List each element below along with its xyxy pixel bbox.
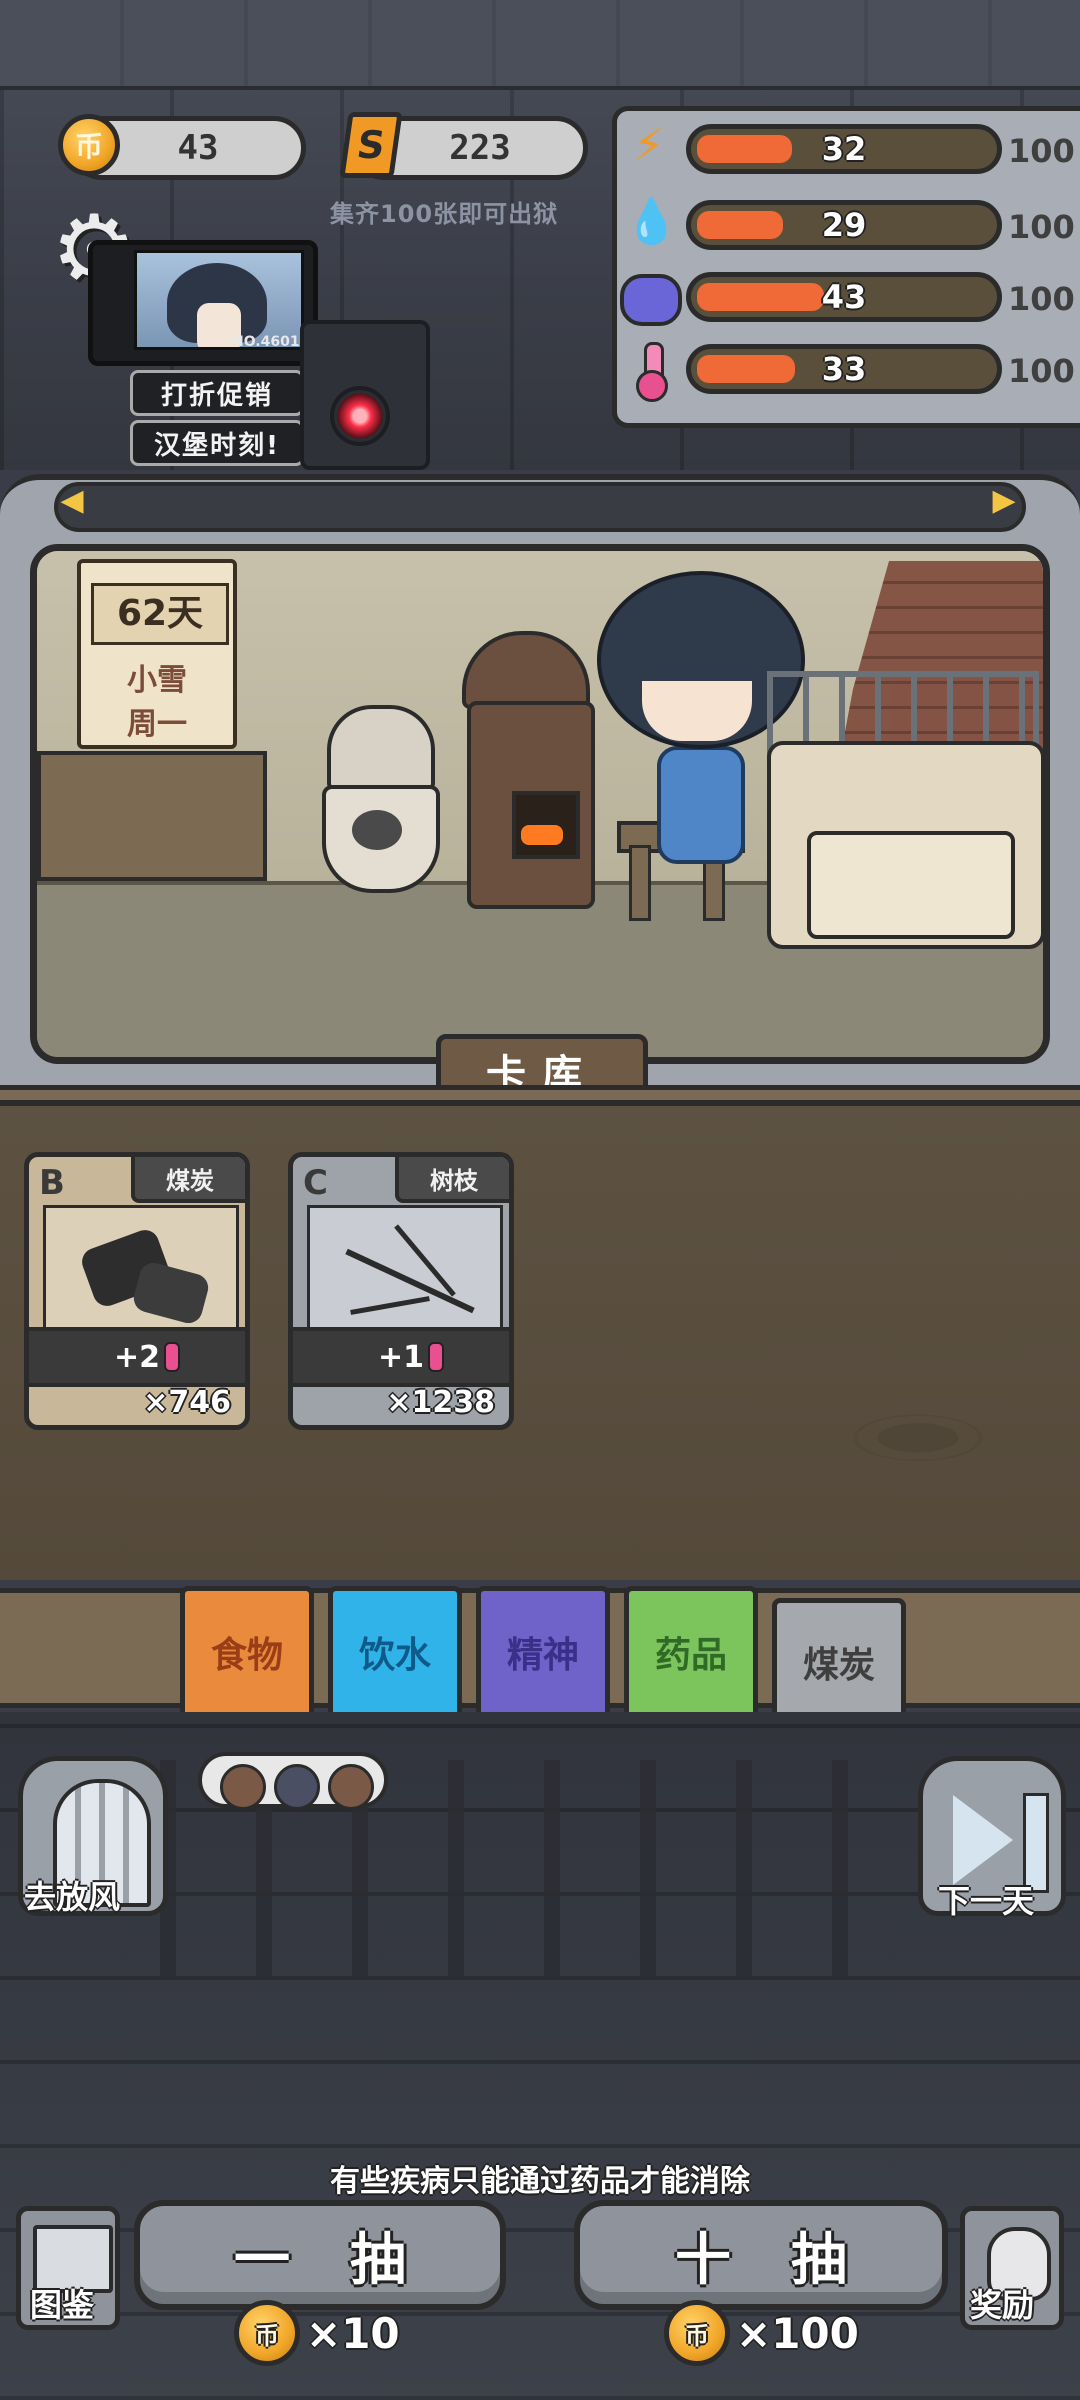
water-value: 29 xyxy=(821,206,867,244)
coal-stove xyxy=(462,631,595,921)
thermometer-icon xyxy=(428,1342,444,1372)
water-max: 100 xyxy=(1008,208,1075,246)
brain-icon xyxy=(620,268,682,326)
discount-promo-label: 打折促销 xyxy=(160,380,273,411)
shard-icon-label: S xyxy=(354,123,388,167)
visitor-head-icon xyxy=(328,1764,374,1810)
coin-icon-label: 币 xyxy=(255,2321,279,2350)
wall-calendar: 62天 小雪 周一 xyxy=(77,559,237,749)
card-effect: +1 xyxy=(293,1327,509,1387)
prison-bed xyxy=(767,671,1043,949)
scroll-left-arrow-icon[interactable]: ◀ xyxy=(60,484,84,518)
lightning-icon: ⚡ xyxy=(633,120,665,171)
ten-draw-cost-value: ×100 xyxy=(736,2308,859,2358)
collect-hint-text: 集齐100张即可出狱 xyxy=(330,200,559,228)
scroll-right-arrow-icon[interactable]: ▶ xyxy=(992,484,1016,518)
energy-bar: 32 xyxy=(686,124,1002,174)
mind-max: 100 xyxy=(1008,280,1075,318)
card-branch[interactable]: C 树枝 +1 ×1238 xyxy=(288,1152,514,1430)
shard-value: 223 xyxy=(449,128,511,168)
ten-draw-label: 十抽 xyxy=(675,2227,907,2293)
prisoner-id-label: NO.4601 xyxy=(232,334,300,350)
tab-medicine-label: 药品 xyxy=(654,1634,727,1676)
tab-coal[interactable]: 煤炭 xyxy=(772,1598,906,1726)
card-grade: B xyxy=(39,1163,65,1203)
card-effect: +2 xyxy=(29,1327,245,1387)
next-day-label: 下一天 xyxy=(938,1882,1035,1920)
energy-value: 32 xyxy=(821,130,867,168)
single-draw-label: 一抽 xyxy=(234,2227,466,2293)
tab-food-label: 食物 xyxy=(210,1634,283,1676)
water-bar: 29 xyxy=(686,200,1002,250)
coin-icon-label: 币 xyxy=(74,130,103,163)
tab-medicine[interactable]: 药品 xyxy=(624,1586,758,1726)
tab-mind[interactable]: 精神 xyxy=(476,1586,610,1726)
visitors-bubble[interactable] xyxy=(198,1752,388,1810)
tab-food[interactable]: 食物 xyxy=(180,1586,314,1726)
single-draw-button[interactable]: 一抽 xyxy=(134,2200,506,2310)
card-count: ×1238 xyxy=(386,1385,495,1420)
ceiling-strip xyxy=(0,0,1080,90)
coin-icon: 币 xyxy=(664,2300,730,2366)
single-draw-cost: 币 ×10 xyxy=(234,2300,400,2366)
card-effect-value: +1 xyxy=(377,1339,424,1375)
toilet xyxy=(322,705,440,915)
energy-max: 100 xyxy=(1008,132,1075,170)
tip-text: 有些疾病只能通过药品才能消除 xyxy=(330,2164,750,2199)
tab-water-label: 饮水 xyxy=(358,1634,431,1676)
scene-scroll-bar xyxy=(54,482,1026,532)
card-coal[interactable]: B 煤炭 +2 ×746 xyxy=(24,1152,250,1430)
calendar-day: 62天 xyxy=(91,583,229,645)
visitor-head-icon xyxy=(220,1764,266,1810)
burger-time-button[interactable]: 汉堡时刻! xyxy=(130,420,304,466)
card-effect-value: +2 xyxy=(113,1339,160,1375)
ten-draw-button[interactable]: 十抽 xyxy=(574,2200,948,2310)
coin-icon-label: 币 xyxy=(685,2321,709,2350)
single-draw-cost-value: ×10 xyxy=(306,2308,400,2358)
coin-icon: 币 xyxy=(58,114,120,176)
codex-label: 图鉴 xyxy=(30,2286,95,2324)
mind-bar: 43 xyxy=(686,272,1002,322)
guard-head-icon xyxy=(274,1764,320,1810)
wooden-table xyxy=(37,751,267,881)
card-grade: C xyxy=(303,1163,328,1203)
temperature-max: 100 xyxy=(1008,352,1075,390)
tab-water[interactable]: 饮水 xyxy=(328,1586,462,1726)
card-name: 煤炭 xyxy=(131,1157,245,1203)
play-icon xyxy=(953,1795,1013,1885)
thermometer-icon xyxy=(628,340,678,402)
card-count: ×746 xyxy=(143,1385,231,1420)
coin-value: 43 xyxy=(177,128,219,168)
discount-promo-button[interactable]: 打折促销 xyxy=(130,370,304,416)
shard-icon: S xyxy=(339,112,403,178)
prison-cell-scene: 62天 小雪 周一 xyxy=(30,544,1050,1064)
burger-time-label: 汉堡时刻! xyxy=(154,430,280,461)
robot-eye-icon xyxy=(330,386,390,446)
calendar-weekday: 周一 xyxy=(127,707,187,742)
water-drop-icon: 💧 xyxy=(624,196,679,247)
card-name: 树枝 xyxy=(395,1157,509,1203)
thermometer-icon xyxy=(164,1342,180,1372)
temperature-bar: 33 xyxy=(686,344,1002,394)
tab-mind-label: 精神 xyxy=(506,1634,579,1676)
ten-draw-cost: 币 ×100 xyxy=(664,2300,859,2366)
reward-label: 奖励 xyxy=(970,2286,1035,2324)
mind-value: 43 xyxy=(821,278,867,316)
calendar-weather: 小雪 xyxy=(127,663,187,698)
tab-coal-label: 煤炭 xyxy=(802,1645,875,1686)
coin-icon: 币 xyxy=(234,2300,300,2366)
yard-label: 去放风 xyxy=(24,1878,121,1916)
temperature-value: 33 xyxy=(821,350,867,388)
